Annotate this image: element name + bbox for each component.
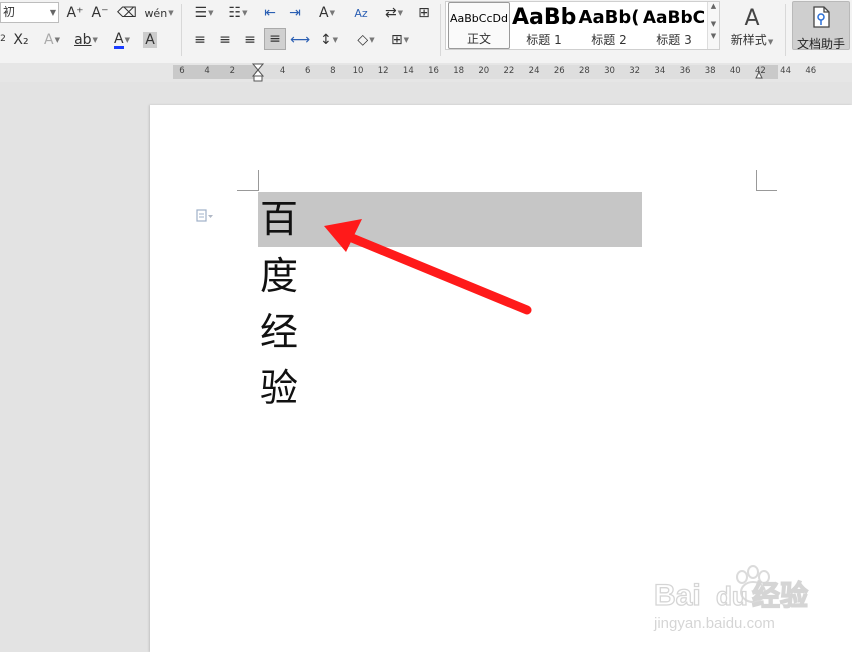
watermark-suffix: 经验 [752, 579, 808, 612]
baidu-watermark: Bai du 经验 jingyan.baidu.com [652, 560, 852, 640]
watermark-url: jingyan.baidu.com [653, 615, 775, 632]
watermark-brand: Bai [654, 579, 701, 612]
baidu-logo: Bai du 经验 jingyan.baidu.com [653, 565, 809, 632]
annotation-arrow-icon [324, 219, 532, 315]
watermark-brand-tail: du [716, 581, 748, 611]
